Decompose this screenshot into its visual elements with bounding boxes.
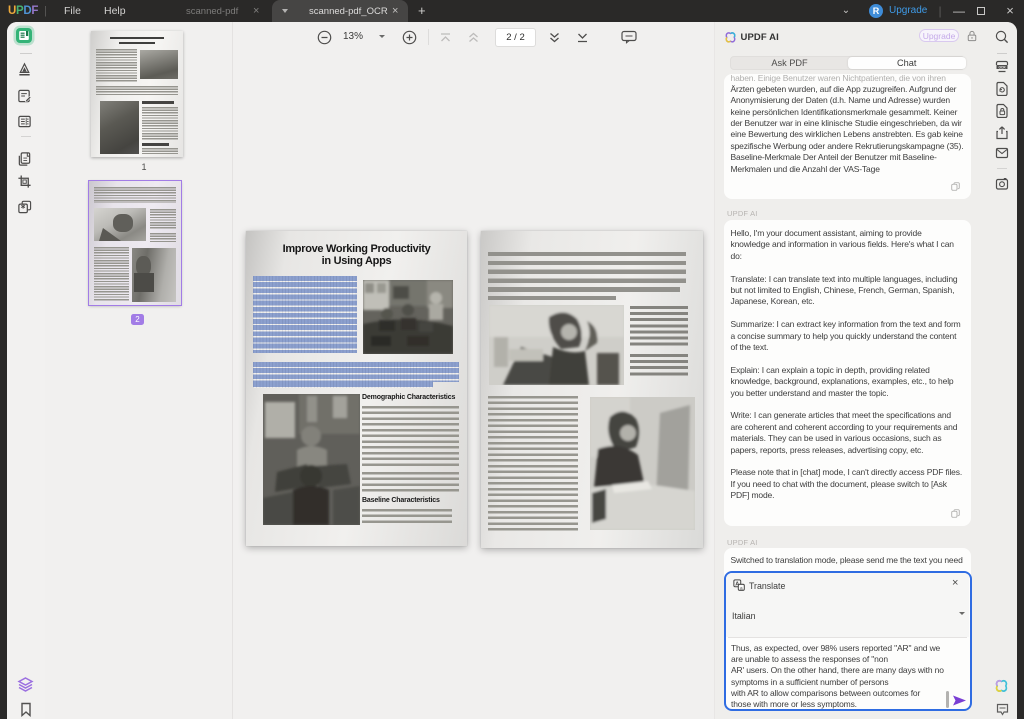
svg-text:a: a [740, 585, 743, 590]
svg-text:OCR: OCR [998, 65, 1006, 69]
